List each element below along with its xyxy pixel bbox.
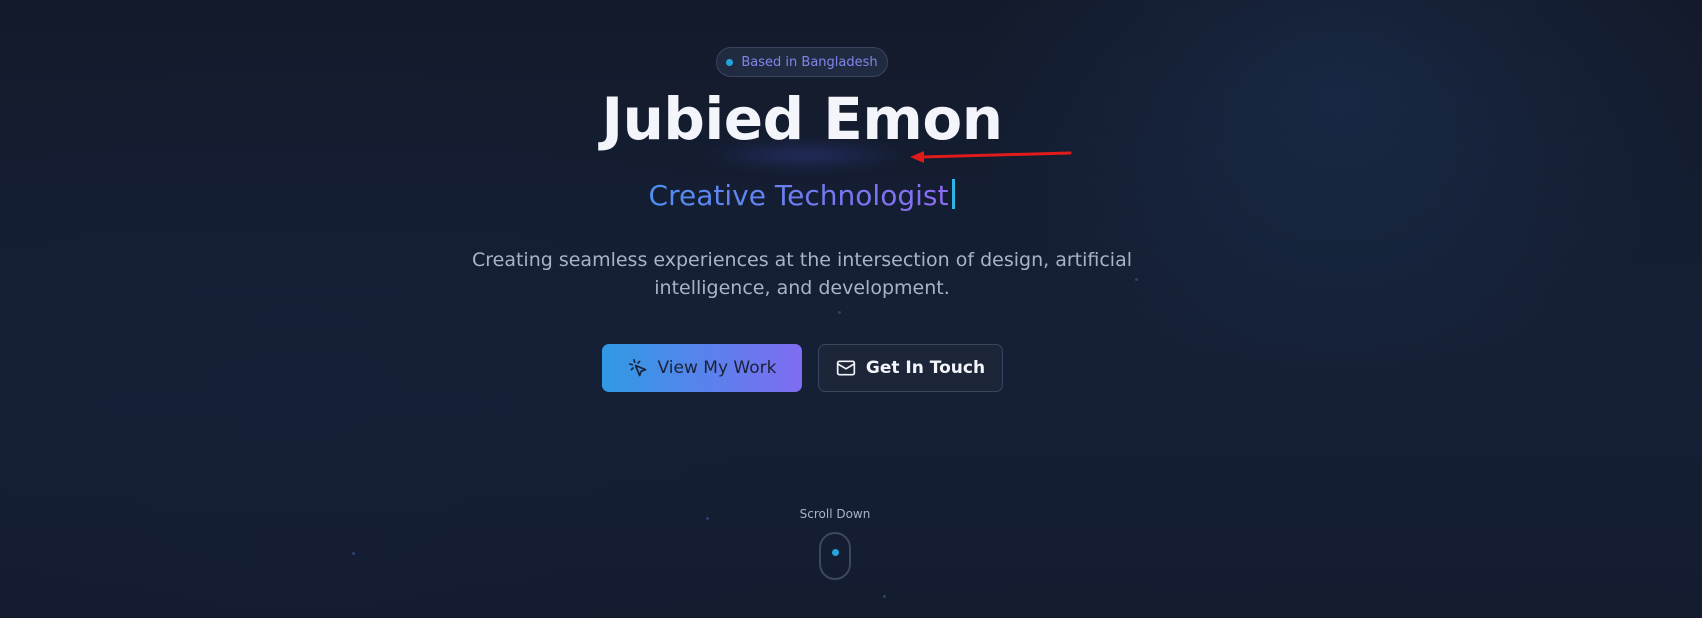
role-text: Creative Technologist <box>648 179 949 212</box>
hero-role: Creative Technologist <box>0 178 1604 214</box>
hero-description: Creating seamless experiences at the int… <box>471 249 1132 299</box>
mouse-wheel-dot <box>832 549 839 556</box>
mail-icon <box>836 358 856 378</box>
mouse-icon[interactable] <box>819 532 851 580</box>
background-particle <box>883 595 886 598</box>
hero-name: Jubied Emon <box>601 85 1003 153</box>
cursor-click-icon <box>628 358 648 378</box>
background-particle <box>838 311 841 314</box>
background-particle <box>352 552 355 555</box>
view-my-work-button[interactable]: View My Work <box>602 344 802 392</box>
get-in-touch-label: Get In Touch <box>865 358 986 378</box>
hero-section: Based in Bangladesh Jubied Emon Creative… <box>0 0 1702 618</box>
location-badge: Based in Bangladesh <box>716 47 888 77</box>
status-dot-icon <box>726 58 734 66</box>
background-particle <box>706 517 709 520</box>
scroll-down-label: Scroll Down <box>799 507 871 521</box>
location-text: Based in Bangladesh <box>741 54 878 70</box>
view-my-work-label: View My Work <box>657 358 777 378</box>
get-in-touch-button[interactable]: Get In Touch <box>818 344 1003 392</box>
typing-caret <box>952 179 956 209</box>
